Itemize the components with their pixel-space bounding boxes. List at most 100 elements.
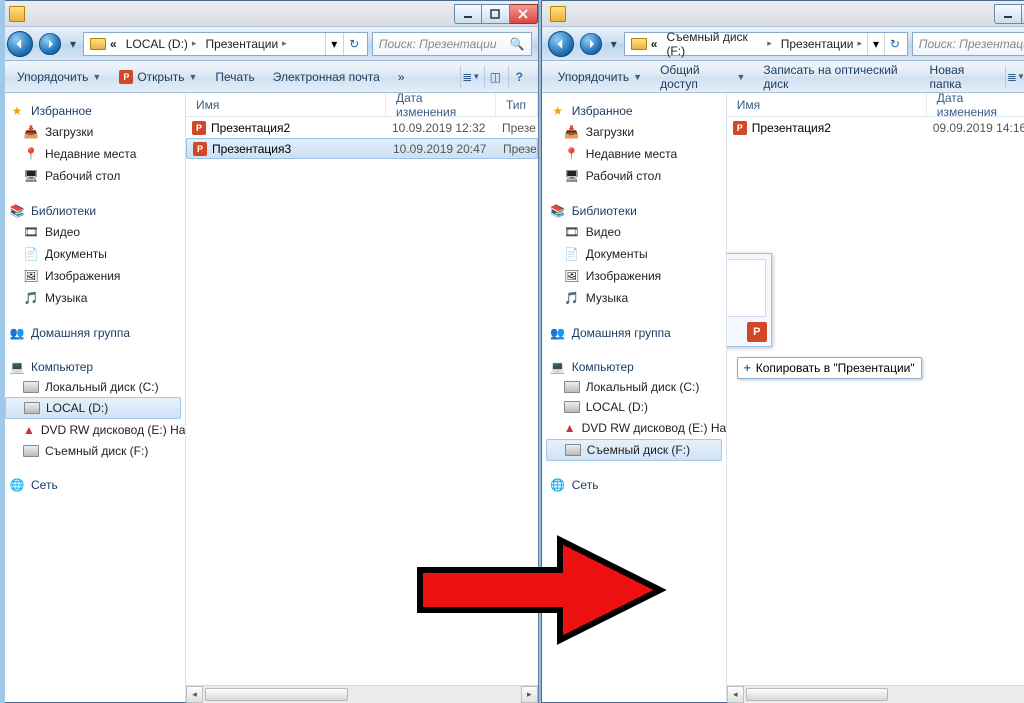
sidebar-item-removable[interactable]: Съемный диск (F:) <box>1 441 185 461</box>
sidebar-item-drive-c[interactable]: Локальный диск (C:) <box>542 377 726 397</box>
document-icon: 📄 <box>564 246 580 262</box>
organize-button[interactable]: Упорядочить▼ <box>550 65 650 89</box>
sidebar-item-dvd[interactable]: ▲DVD RW дисковод (E:) Harris Docu <box>542 417 726 439</box>
sidebar-item-desktop[interactable]: 🖥Рабочий стол <box>1 165 185 187</box>
scroll-track[interactable] <box>744 686 1024 703</box>
refresh-button[interactable]: ↻ <box>884 33 905 55</box>
sidebar-item-drive-d[interactable]: LOCAL (D:) <box>5 397 181 419</box>
sidebar-libraries[interactable]: 📚Библиотеки <box>1 201 185 221</box>
breadcrumb-seg1[interactable]: Съемный диск (F:)▸ <box>662 33 776 55</box>
overflow-button[interactable]: » <box>390 65 413 89</box>
sidebar-computer[interactable]: 💻Компьютер <box>542 357 726 377</box>
search-input[interactable]: Поиск: Презентации 🔍 <box>372 32 532 56</box>
sidebar-item-drive-c[interactable]: Локальный диск (C:) <box>1 377 185 397</box>
drag-tooltip: + Копировать в "Презентации" <box>737 357 922 379</box>
organize-button[interactable]: Упорядочить▼ <box>9 65 109 89</box>
nav-forward-button[interactable] <box>39 32 61 54</box>
chevron-right-icon: ▸ <box>282 38 287 49</box>
sidebar-network[interactable]: 🌐Сеть <box>542 475 726 495</box>
breadcrumb-seg2[interactable]: Презентации▸ <box>777 33 867 55</box>
minimize-button[interactable] <box>454 4 482 24</box>
nav-forward-button[interactable] <box>580 32 602 54</box>
column-name[interactable]: Имя <box>727 93 927 116</box>
print-button[interactable]: Печать <box>207 65 262 89</box>
sidebar-libraries[interactable]: 📚Библиотеки <box>542 201 726 221</box>
scroll-thumb[interactable] <box>746 688 889 701</box>
view-options-button[interactable]: ≣ ▼ <box>1005 66 1024 88</box>
nav-back-button[interactable] <box>548 31 574 57</box>
sidebar-item-desktop[interactable]: 🖥Рабочий стол <box>542 165 726 187</box>
sidebar-item-dvd[interactable]: ▲DVD RW дисковод (E:) Harris Docum <box>1 419 185 441</box>
address-row: ▾ « LOCAL (D:)▸ Презентации▸ ▾ ↻ Поиск: … <box>1 27 538 61</box>
address-bar[interactable]: « LOCAL (D:)▸ Презентации▸ ▾ ↻ <box>83 32 368 56</box>
sidebar-item-recent[interactable]: 📍Недавние места <box>1 143 185 165</box>
address-bar[interactable]: « Съемный диск (F:)▸ Презентации▸ ▾ ↻ <box>624 32 908 56</box>
breadcrumb-root[interactable]: « <box>86 33 122 55</box>
close-button[interactable] <box>510 4 538 24</box>
help-button[interactable]: ? <box>508 66 530 88</box>
scroll-track[interactable] <box>203 686 521 703</box>
sidebar-item-music[interactable]: 🎵Музыка <box>1 287 185 309</box>
sidebar-favorites[interactable]: ★Избранное <box>542 101 726 121</box>
email-button[interactable]: Электронная почта <box>265 65 388 89</box>
nav-back-button[interactable] <box>7 31 33 57</box>
sidebar-item-recent[interactable]: 📍Недавние места <box>542 143 726 165</box>
nav-history-dropdown[interactable]: ▾ <box>67 31 79 57</box>
column-name[interactable]: Имя <box>186 93 386 116</box>
titlebar[interactable] <box>542 1 1024 27</box>
sidebar-item-downloads[interactable]: 📥Загрузки <box>542 121 726 143</box>
burn-button[interactable]: Записать на оптический диск <box>755 65 919 89</box>
sidebar-homegroup[interactable]: 👥Домашняя группа <box>1 323 185 343</box>
sidebar-item-videos[interactable]: 🎞Видео <box>1 221 185 243</box>
sidebar-homegroup[interactable]: 👥Домашняя группа <box>542 323 726 343</box>
powerpoint-icon: P <box>192 121 206 135</box>
new-folder-button[interactable]: Новая папка <box>922 65 1002 89</box>
scroll-right-button[interactable]: ▸ <box>521 686 538 703</box>
sidebar-item-removable[interactable]: Съемный диск (F:) <box>546 439 722 461</box>
sidebar-item-music[interactable]: 🎵Музыка <box>542 287 726 309</box>
file-row[interactable]: PПрезентация3 10.09.2019 20:47 Презе <box>186 138 538 159</box>
preview-pane-button[interactable]: ◫ <box>484 66 506 88</box>
star-icon: ★ <box>9 103 25 119</box>
address-dropdown[interactable]: ▾ <box>325 33 343 55</box>
file-list[interactable]: PПрезентация2 09.09.2019 14:16 Презе P +… <box>727 117 1024 685</box>
breadcrumb-seg1[interactable]: LOCAL (D:)▸ <box>122 33 202 55</box>
file-row[interactable]: PПрезентация2 10.09.2019 12:32 Презе <box>186 117 538 138</box>
share-button[interactable]: Общий доступ▼ <box>652 65 753 89</box>
scroll-thumb[interactable] <box>205 688 348 701</box>
column-type[interactable]: Тип <box>496 93 538 116</box>
sidebar-item-drive-d[interactable]: LOCAL (D:) <box>542 397 726 417</box>
titlebar[interactable] <box>1 1 538 27</box>
recent-icon: 📍 <box>23 146 39 162</box>
refresh-button[interactable]: ↻ <box>343 33 365 55</box>
sidebar-item-pictures[interactable]: 🖼Изображения <box>1 265 185 287</box>
address-dropdown[interactable]: ▾ <box>867 33 884 55</box>
file-list[interactable]: PПрезентация2 10.09.2019 12:32 Презе PПр… <box>186 117 538 685</box>
file-row[interactable]: PПрезентация2 09.09.2019 14:16 Презе <box>727 117 1024 138</box>
sidebar-favorites[interactable]: ★Избранное <box>1 101 185 121</box>
scroll-left-button[interactable]: ◂ <box>727 686 744 703</box>
breadcrumb-seg2[interactable]: Презентации▸ <box>201 33 291 55</box>
view-options-button[interactable]: ≣ ▼ <box>460 66 482 88</box>
horizontal-scrollbar[interactable]: ◂ ▸ <box>186 685 538 702</box>
document-icon: 📄 <box>23 246 39 262</box>
sidebar-item-documents[interactable]: 📄Документы <box>1 243 185 265</box>
nav-history-dropdown[interactable]: ▾ <box>608 31 620 57</box>
folder-icon <box>9 6 25 22</box>
maximize-button[interactable] <box>482 4 510 24</box>
sidebar-item-videos[interactable]: 🎞Видео <box>542 221 726 243</box>
sidebar-item-pictures[interactable]: 🖼Изображения <box>542 265 726 287</box>
open-button[interactable]: PОткрыть▼ <box>111 65 205 89</box>
column-date[interactable]: Дата изменения <box>386 93 496 116</box>
breadcrumb-root[interactable]: « <box>627 33 663 55</box>
sidebar-computer[interactable]: 💻Компьютер <box>1 357 185 377</box>
column-date[interactable]: Дата изменения <box>927 93 1024 116</box>
horizontal-scrollbar[interactable]: ◂ ▸ <box>727 685 1024 702</box>
toolbar: Упорядочить▼ Общий доступ▼ Записать на о… <box>542 61 1024 93</box>
scroll-left-button[interactable]: ◂ <box>186 686 203 703</box>
sidebar-network[interactable]: 🌐Сеть <box>1 475 185 495</box>
sidebar-item-downloads[interactable]: 📥Загрузки <box>1 121 185 143</box>
sidebar-item-documents[interactable]: 📄Документы <box>542 243 726 265</box>
search-input[interactable]: Поиск: Презентации 🔍 <box>912 32 1024 56</box>
minimize-button[interactable] <box>994 4 1022 24</box>
